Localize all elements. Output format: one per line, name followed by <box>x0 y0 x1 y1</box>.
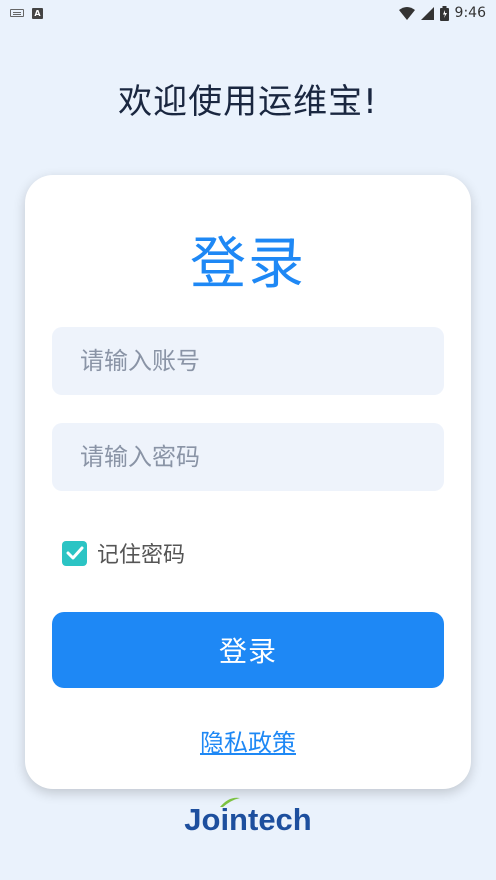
login-card: 登录 记住密码 登录 隐私政策 <box>25 175 471 789</box>
welcome-heading: 欢迎使用运维宝! <box>118 82 378 122</box>
status-left: A <box>10 7 43 19</box>
account-input[interactable] <box>52 327 444 395</box>
brand-name: Jointech <box>184 797 312 838</box>
wifi-icon <box>398 6 415 20</box>
status-time: 9:46 <box>454 5 486 21</box>
login-button[interactable]: 登录 <box>52 612 444 688</box>
privacy-policy-link[interactable]: 隐私政策 <box>25 723 471 758</box>
status-bar: A 9:46 <box>0 0 496 26</box>
remember-password-row[interactable]: 记住密码 <box>62 537 185 569</box>
leaf-icon <box>220 797 241 807</box>
brand-logo: Jointech <box>0 797 496 838</box>
signal-icon <box>420 6 434 20</box>
accessibility-a-icon: A <box>32 7 43 19</box>
remember-password-checkbox[interactable] <box>62 540 87 566</box>
battery-icon <box>439 5 449 21</box>
login-title: 登录 <box>190 232 306 297</box>
status-right: 9:46 <box>398 5 486 21</box>
keyboard-icon <box>10 9 24 17</box>
remember-password-label: 记住密码 <box>97 543 186 568</box>
password-input[interactable] <box>52 423 444 491</box>
checkmark-icon <box>66 546 83 560</box>
